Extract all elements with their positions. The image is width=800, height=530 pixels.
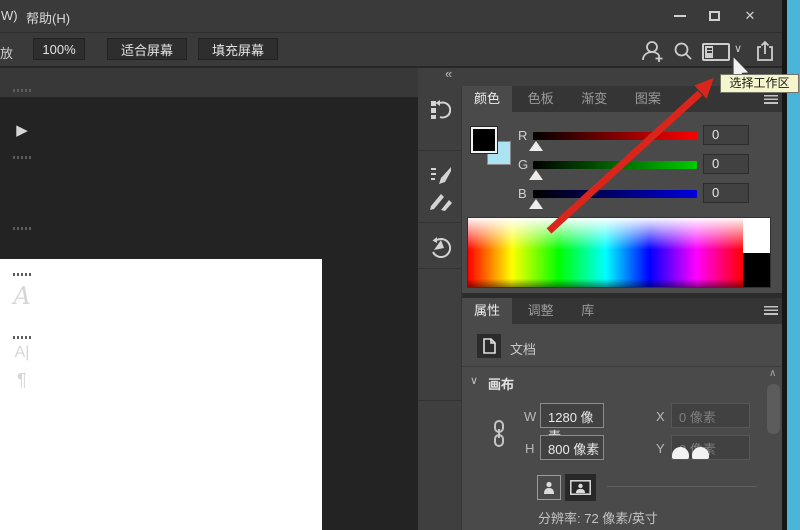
resolution-text: 分辨率: 72 像素/英寸	[538, 508, 658, 527]
history-panel-icon[interactable]	[429, 99, 451, 121]
panel-group-grip[interactable]	[13, 89, 31, 92]
zoom-value-button[interactable]: 100%	[33, 38, 85, 60]
close-icon: ✕	[745, 8, 756, 24]
color-panel-menu-icon[interactable]	[764, 95, 778, 104]
workspace-chevron-icon[interactable]: ∨	[734, 42, 742, 55]
channel-label-r: R	[518, 128, 527, 143]
tab-properties[interactable]: 属性	[462, 298, 512, 324]
height-field[interactable]: 800 像素	[540, 435, 604, 460]
minimize-button[interactable]	[666, 5, 694, 27]
row-divider	[607, 486, 757, 487]
foreground-color-swatch[interactable]	[471, 127, 497, 153]
panel-group-grip[interactable]	[13, 336, 31, 339]
document-label: 文档	[510, 339, 536, 358]
share-icon[interactable]	[753, 39, 777, 63]
link-dimensions-icon[interactable]	[491, 419, 507, 449]
section-divider	[462, 366, 783, 367]
collapse-panels-icon[interactable]: «	[445, 66, 452, 81]
icon-group-separator	[418, 400, 462, 401]
red-slider-handle[interactable]	[529, 141, 543, 151]
brush-settings-panel-icon[interactable]	[429, 165, 453, 188]
paragraph-panel-icon[interactable]: ¶	[0, 370, 44, 391]
menu-window-partial[interactable]: W)	[1, 8, 18, 23]
canvas-section-label: 画布	[488, 374, 514, 393]
width-field[interactable]: 1280 像素	[540, 403, 604, 428]
green-slider[interactable]	[533, 161, 697, 169]
channel-label-b: B	[518, 186, 527, 201]
artifact-shape	[692, 447, 709, 459]
scroll-up-icon[interactable]: ∧	[769, 368, 776, 379]
tab-gradients[interactable]: 渐变	[569, 86, 619, 112]
color-spectrum[interactable]	[468, 218, 770, 287]
width-label: W	[524, 409, 536, 424]
panel-group-grip[interactable]	[13, 156, 31, 159]
red-slider[interactable]	[533, 132, 697, 140]
panel-group-grip[interactable]	[13, 273, 31, 276]
artifact-shape	[672, 447, 689, 459]
properties-panel-menu-icon[interactable]	[764, 306, 778, 315]
red-value-field[interactable]: 0	[703, 125, 749, 145]
maximize-icon	[709, 11, 720, 21]
tab-patterns[interactable]: 图案	[623, 86, 673, 112]
workspace-icon[interactable]	[702, 43, 730, 61]
document-type-icon	[477, 334, 501, 358]
canvas-section-chevron-icon[interactable]: ∨	[470, 374, 478, 387]
clone-source-panel-icon[interactable]	[430, 236, 452, 258]
blue-value-field[interactable]: 0	[703, 183, 749, 203]
panel-group-grip[interactable]	[13, 227, 31, 230]
title-bar: W) 帮助(H) ✕	[0, 0, 783, 33]
icon-group-separator	[418, 268, 462, 269]
invite-user-icon[interactable]	[640, 38, 666, 64]
glyphs-panel-icon[interactable]: A	[0, 282, 44, 310]
blue-slider[interactable]	[533, 190, 697, 198]
minimize-icon	[674, 15, 686, 17]
orientation-landscape-button[interactable]	[565, 474, 596, 501]
white-swatch[interactable]	[743, 218, 770, 253]
tab-libraries[interactable]: 库	[569, 298, 606, 324]
zoom-label: 缩放	[0, 43, 13, 62]
black-swatch[interactable]	[743, 253, 770, 287]
green-slider-handle[interactable]	[529, 170, 543, 180]
tab-swatches[interactable]: 色板	[516, 86, 566, 112]
document-canvas[interactable]	[0, 259, 322, 530]
document-tab-strip	[0, 68, 418, 98]
menu-help[interactable]: 帮助(H)	[26, 8, 70, 27]
x-field[interactable]: 0 像素	[671, 403, 750, 428]
scrollbar-thumb[interactable]	[767, 384, 780, 434]
icon-group-separator	[418, 150, 462, 151]
x-label: X	[656, 409, 665, 424]
color-ramp[interactable]	[468, 218, 743, 287]
green-value-field[interactable]: 0	[703, 154, 749, 174]
y-label: Y	[656, 441, 665, 456]
fit-screen-button[interactable]: 适合屏幕	[107, 38, 187, 60]
collapsed-panels-column	[418, 86, 462, 530]
photoshop-window: W) 帮助(H) ✕ 缩放 100% 适合屏幕 填充屏幕	[0, 0, 800, 530]
channel-label-g: G	[518, 157, 528, 172]
properties-panel-tabbar: 属性 调整 库	[462, 298, 783, 324]
blue-slider-handle[interactable]	[529, 199, 543, 209]
close-button[interactable]: ✕	[736, 5, 764, 27]
brushes-panel-icon[interactable]	[429, 190, 453, 212]
tab-adjustments[interactable]: 调整	[516, 298, 566, 324]
search-icon[interactable]	[673, 41, 693, 61]
height-label: H	[525, 441, 534, 456]
icon-group-separator	[418, 222, 462, 223]
tab-color[interactable]: 颜色	[462, 86, 512, 112]
fill-screen-button[interactable]: 填充屏幕	[198, 38, 278, 60]
character-panel-icon[interactable]: A|	[0, 344, 44, 362]
workspace-tooltip: 选择工作区	[720, 74, 799, 93]
actions-panel-icon[interactable]: ▶	[0, 121, 44, 139]
options-bar: 缩放 100% 适合屏幕 填充屏幕 ∨	[0, 34, 783, 68]
maximize-button[interactable]	[700, 5, 728, 27]
orientation-portrait-button[interactable]	[537, 475, 561, 500]
